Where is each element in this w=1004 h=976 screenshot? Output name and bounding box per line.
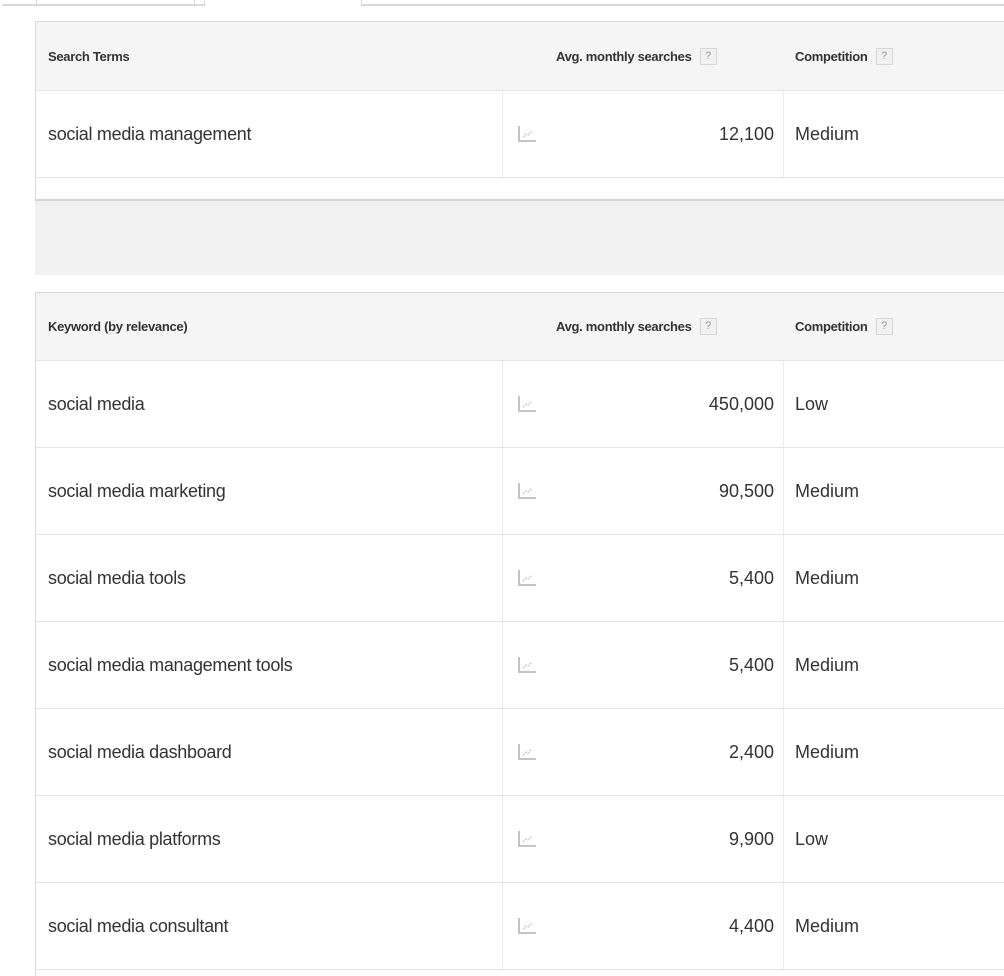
header-label: Competition [795,48,868,64]
tab-edge-right [361,0,1004,6]
keyword-ideas-table: Keyword (by relevance) Avg. monthly sear… [35,292,1004,976]
line-chart-icon[interactable] [517,125,537,143]
table-row[interactable]: social media tools 5,400 Medium [36,535,1004,622]
avg-monthly-searches-value: 9,900 [728,828,774,849]
competition-value: Medium [795,567,860,588]
header-label: Competition [795,319,868,334]
line-chart-icon[interactable] [517,395,537,413]
keyword-text: social media tools [48,567,186,588]
table-row[interactable]: social media platforms 9,900 Low [36,796,1004,883]
table-row[interactable]: social media marketing 90,500 Medium [36,448,1004,535]
keyword-text: social media consultant [48,915,229,936]
competition-value: Medium [795,741,860,762]
column-header-search-terms[interactable]: Search Terms [48,22,130,90]
keyword-text: social media platforms [48,828,221,849]
tab-divider [194,0,195,6]
column-header-avg-monthly-searches[interactable]: Avg. monthly searches ? [556,293,717,360]
keyword-text: social media [48,393,145,414]
line-chart-icon[interactable] [517,482,537,500]
competition-value: Medium [795,123,860,144]
table-row[interactable]: social media management tools 5,400 Medium [36,622,1004,709]
section-divider-band [35,201,1004,275]
competition-value: Low [795,828,829,849]
table-row[interactable]: social media dashboard 2,400 Medium [36,709,1004,796]
avg-monthly-searches-value: 2,400 [728,741,774,762]
top-tab-strip [0,0,1004,8]
help-icon[interactable]: ? [875,47,893,65]
column-header-avg-monthly-searches[interactable]: Avg. monthly searches ? [556,22,717,90]
keyword-text: social media dashboard [48,741,232,762]
header-label: Keyword (by relevance) [48,319,188,334]
avg-monthly-searches-value: 450,000 [708,393,774,414]
help-icon[interactable]: ? [699,318,717,335]
header-label: Avg. monthly searches [556,48,692,64]
column-header-competition[interactable]: Competition ? [795,22,893,90]
line-chart-icon[interactable] [517,830,537,848]
avg-monthly-searches-value: 90,500 [718,480,774,501]
competition-value: Medium [795,915,860,936]
line-chart-icon[interactable] [517,917,537,935]
help-icon[interactable]: ? [875,318,893,335]
search-terms-table: Search Terms Avg. monthly searches ? Com… [35,21,1004,201]
avg-monthly-searches-value: 4,400 [728,915,774,936]
competition-value: Low [795,393,829,414]
tab-divider [36,0,37,6]
column-header-keyword[interactable]: Keyword (by relevance) [48,293,188,360]
column-header-competition[interactable]: Competition ? [795,293,893,360]
line-chart-icon[interactable] [517,569,537,587]
header-label: Avg. monthly searches [556,319,692,334]
keyword-text: social media management [48,123,252,144]
table-row[interactable]: social media consultant 4,400 Medium [36,883,1004,970]
competition-value: Medium [795,654,860,675]
header-label: Search Terms [48,48,130,64]
avg-monthly-searches-value: 5,400 [728,567,774,588]
help-icon[interactable]: ? [699,47,717,65]
table-row[interactable]: social media 450,000 Low [36,361,1004,448]
keyword-text: social media marketing [48,480,226,501]
avg-monthly-searches-value: 5,400 [728,654,774,675]
table-header: Search Terms Avg. monthly searches ? Com… [36,22,1004,91]
line-chart-icon[interactable] [517,656,537,674]
tab-edge-left [2,0,205,6]
line-chart-icon[interactable] [517,743,537,761]
keyword-text: social media management tools [48,654,293,675]
competition-value: Medium [795,480,860,501]
table-row[interactable]: social media management 12,100 Medium [36,91,1004,178]
table-header: Keyword (by relevance) Avg. monthly sear… [36,293,1004,361]
avg-monthly-searches-value: 12,100 [718,123,774,144]
